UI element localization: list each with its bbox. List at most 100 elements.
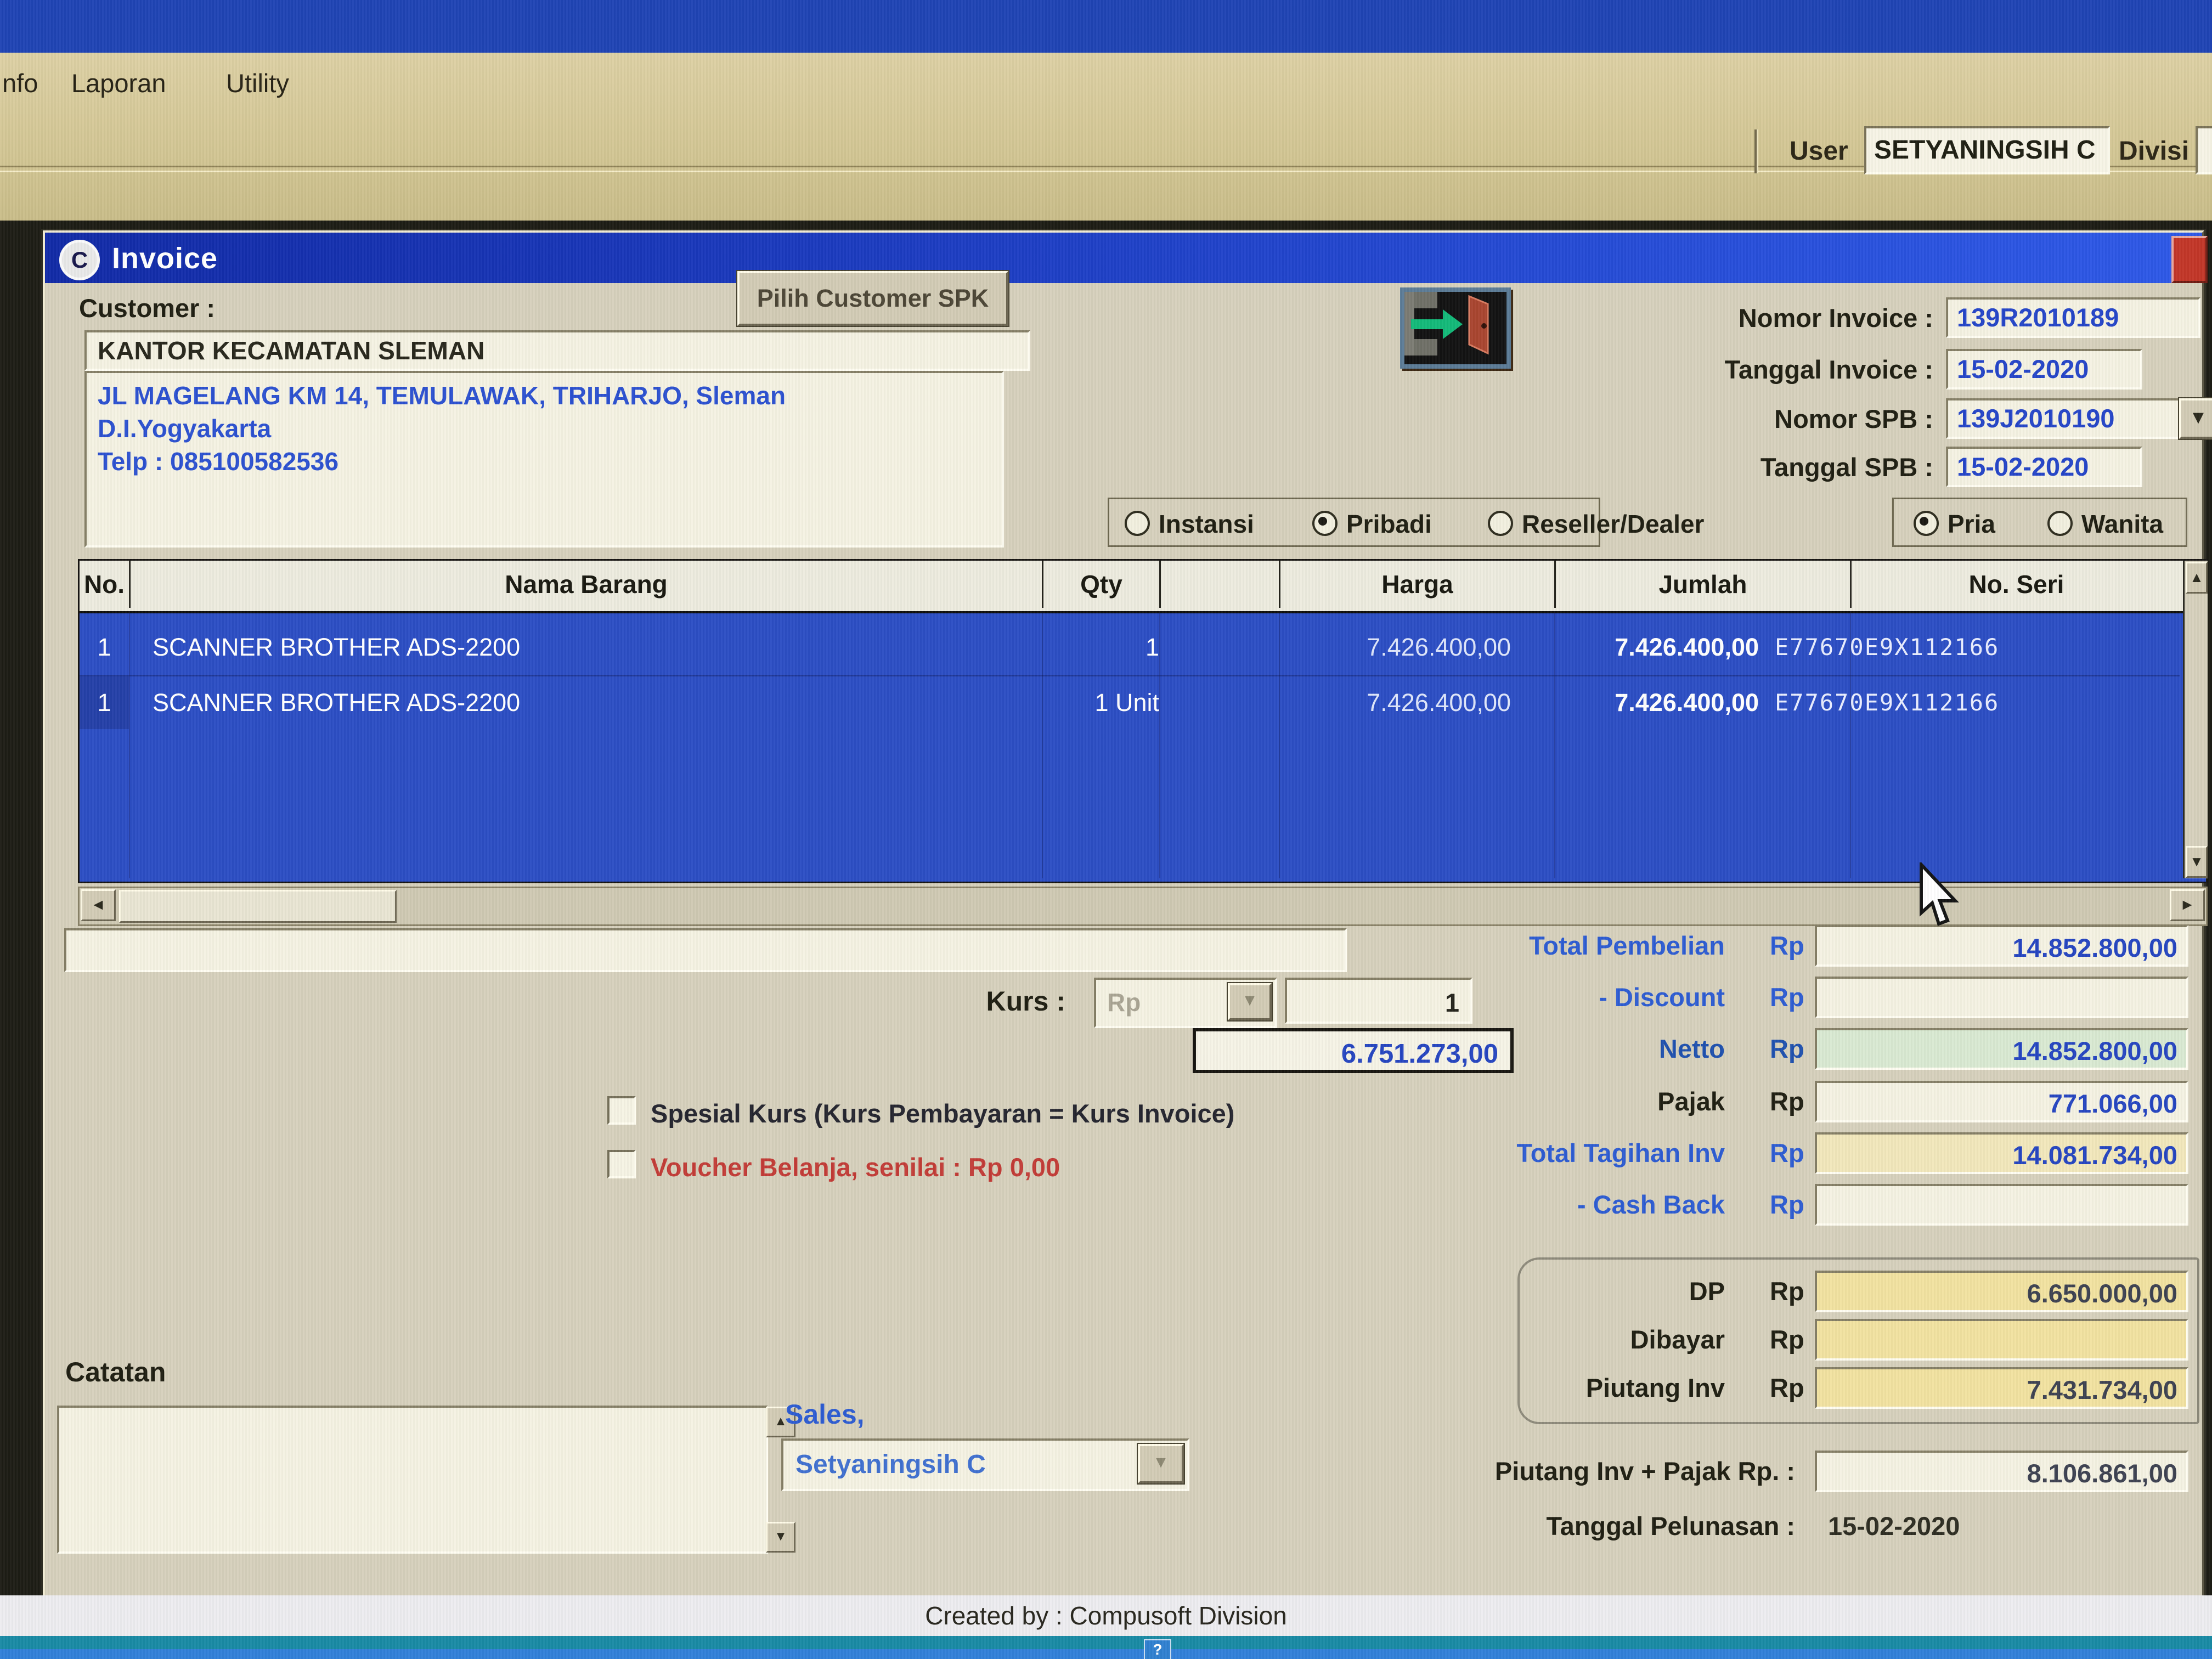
col-header-jumlah[interactable]: Jumlah (1556, 561, 1852, 608)
grid-line (129, 611, 130, 878)
tanggal-invoice-field[interactable]: 15-02-2020 (1946, 349, 2142, 390)
cell-nama: SCANNER BROTHER ADS-2200 (153, 676, 520, 729)
total-pembelian-field[interactable]: 14.852.800,00 (1815, 925, 2188, 967)
radio-instansi[interactable]: Instansi (1125, 509, 1254, 539)
cash-back-field[interactable] (1815, 1184, 2188, 1226)
radio-reseller-dealer[interactable]: Reseller/Dealer (1488, 509, 1704, 539)
tanggal-pelunasan-label: Tanggal Pelunasan : (1307, 1511, 1795, 1541)
sales-value: Setyaningsih C (795, 1449, 986, 1480)
rp-unit: Rp (1770, 1276, 1804, 1306)
rp-unit: Rp (1770, 1086, 1804, 1116)
grid-line (1850, 611, 1851, 878)
invoice-window: C Invoice Customer : Pilih Customer SPK … (43, 230, 2204, 1598)
radio-icon (1488, 511, 1513, 536)
radio-icon (1312, 511, 1338, 536)
col-header-qty[interactable]: Qty (1043, 561, 1161, 608)
catatan-scroll-down-button[interactable]: ▼ (766, 1522, 795, 1553)
help-icon[interactable]: ? (1144, 1639, 1171, 1659)
col-header-nama-barang[interactable]: Nama Barang (131, 561, 1043, 608)
col-header-no[interactable]: No. (80, 561, 131, 608)
radio-icon (2047, 511, 2073, 536)
radio-label: Pria (1948, 510, 1995, 538)
nomor-invoice-field[interactable]: 139R2010189 (1946, 297, 2200, 338)
piutang-inv-field[interactable]: 7.431.734,00 (1815, 1367, 2188, 1409)
spesial-kurs-checkbox[interactable] (607, 1096, 636, 1125)
radio-label: Pribadi (1346, 510, 1432, 538)
close-button[interactable] (2171, 236, 2208, 283)
window-title: Invoice (112, 241, 218, 275)
netto-field[interactable]: 14.852.800,00 (1815, 1028, 2188, 1070)
user-field[interactable]: SETYANINGSIH C (1864, 126, 2110, 174)
scroll-left-button[interactable]: ◄ (81, 889, 116, 921)
netto-label: Netto (1390, 1034, 1725, 1064)
address-line: Telp : 085100582536 (98, 445, 991, 478)
table-row[interactable]: 1 SCANNER BROTHER ADS-2200 1 7.426.400,0… (80, 621, 2180, 674)
status-bar: Created by : Compusoft Division (0, 1595, 2212, 1636)
nomor-spb-field[interactable]: 139J2010190 (1946, 398, 2194, 439)
taskbar-strip (0, 1649, 2212, 1659)
rp-unit: Rp (1770, 1373, 1804, 1403)
pajak-field[interactable]: 771.066,00 (1815, 1081, 2188, 1122)
rp-unit: Rp (1770, 1189, 1804, 1220)
sales-select[interactable]: Setyaningsih C ▼ (781, 1438, 1189, 1491)
voucher-belanja-checkbox[interactable] (607, 1150, 636, 1178)
rp-unit: Rp (1770, 930, 1804, 961)
catatan-textarea[interactable] (57, 1406, 768, 1554)
gender-group: Pria Wanita (1892, 498, 2187, 547)
total-tagihan-inv-field[interactable]: 14.081.734,00 (1815, 1132, 2188, 1174)
dibayar-field[interactable] (1815, 1319, 2188, 1361)
menu-item-utility[interactable]: Utility (226, 68, 289, 98)
rp-unit: Rp (1770, 1034, 1804, 1064)
spesial-kurs-label: Spesial Kurs (Kurs Pembayaran = Kurs Inv… (651, 1098, 1234, 1128)
tanggal-spb-field[interactable]: 15-02-2020 (1946, 447, 2142, 487)
customer-label: Customer : (79, 293, 215, 323)
toolbar-separator (1754, 129, 1758, 173)
discount-field[interactable] (1815, 977, 2188, 1018)
divisi-field[interactable] (2196, 126, 2212, 174)
dp-field[interactable]: 6.650.000,00 (1815, 1271, 2188, 1312)
item-entry-field[interactable] (64, 928, 1347, 972)
rp-unit: Rp (1770, 982, 1804, 1012)
customer-type-group: Instansi Pribadi Reseller/Dealer (1108, 498, 1600, 547)
scrollbar-thumb[interactable] (119, 890, 397, 923)
scroll-right-button[interactable]: ► (2170, 889, 2205, 921)
sales-dropdown-button[interactable]: ▼ (1138, 1444, 1184, 1483)
items-table: No. Nama Barang Qty Harga Jumlah No. Ser… (78, 559, 2208, 883)
window-icon: C (59, 240, 100, 280)
currency-dropdown-button[interactable]: ▼ (1228, 983, 1272, 1020)
table-horizontal-scrollbar[interactable]: ◄ ► (78, 887, 2208, 926)
scroll-up-button[interactable]: ▲ (2186, 562, 2208, 594)
cell-qty: 1 (985, 621, 1159, 674)
kurs-currency-select[interactable]: Rp ▼ (1094, 978, 1277, 1028)
nomor-invoice-label: Nomor Invoice : (1440, 303, 1933, 333)
cell-no: 1 (80, 621, 129, 674)
nomor-spb-dropdown-button[interactable]: ▼ (2179, 398, 2212, 439)
radio-pribadi[interactable]: Pribadi (1312, 509, 1432, 539)
col-header-harga[interactable]: Harga (1280, 561, 1556, 608)
table-row[interactable]: 1 SCANNER BROTHER ADS-2200 1 Unit 7.426.… (80, 675, 2180, 729)
window-titlebar[interactable]: C Invoice (45, 233, 2202, 283)
table-header-row: No. Nama Barang Qty Harga Jumlah No. Ser… (80, 561, 2203, 613)
grid-line (1554, 611, 1555, 878)
cell-no: 1 (80, 676, 129, 729)
customer-name-field[interactable]: KANTOR KECAMATAN SLEMAN (84, 330, 1030, 371)
tanggal-spb-label: Tanggal SPB : (1440, 452, 1933, 482)
col-header-blank[interactable] (1161, 561, 1280, 608)
radio-icon (1914, 511, 1939, 536)
radio-pria[interactable]: Pria (1914, 509, 1995, 539)
radio-label: Wanita (2081, 510, 2163, 538)
customer-address-field[interactable]: JL MAGELANG KM 14, TEMULAWAK, TRIHARJO, … (84, 371, 1004, 548)
piutang-inv-pajak-label: Piutang Inv + Pajak Rp. : (1307, 1456, 1795, 1486)
table-vertical-scrollbar[interactable]: ▲ ▼ (2183, 561, 2208, 878)
piutang-inv-pajak-field[interactable]: 8.106.861,00 (1815, 1451, 2188, 1492)
dp-label: DP (1390, 1276, 1725, 1306)
pilih-customer-spk-button[interactable]: Pilih Customer SPK (737, 271, 1008, 326)
currency-value: Rp (1107, 988, 1141, 1017)
menu-item-laporan[interactable]: Laporan (71, 68, 166, 98)
col-header-no-seri[interactable]: No. Seri (1852, 561, 2181, 608)
cell-qty: 1 Unit (985, 676, 1159, 729)
scroll-down-button[interactable]: ▼ (2186, 846, 2208, 878)
menu-item-info[interactable]: nfo (2, 68, 38, 98)
voucher-belanja-label: Voucher Belanja, senilai : Rp 0,00 (651, 1152, 1060, 1182)
radio-wanita[interactable]: Wanita (2047, 509, 2163, 539)
